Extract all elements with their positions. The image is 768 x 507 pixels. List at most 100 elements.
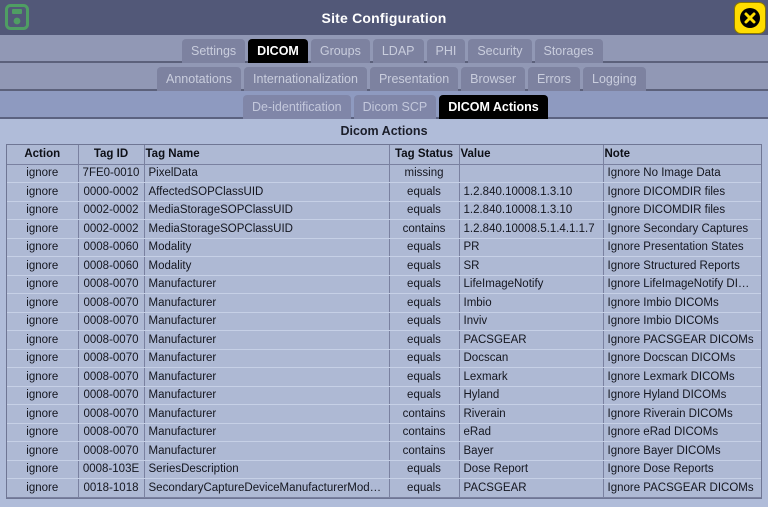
tab-row-secondary: AnnotationsInternationalizationPresentat… bbox=[0, 63, 768, 91]
table-row[interactable]: ignore0008-0060ModalityequalsPRIgnore Pr… bbox=[7, 238, 761, 257]
tab-groups[interactable]: Groups bbox=[311, 39, 370, 63]
column-header-note[interactable]: Note bbox=[603, 145, 761, 164]
cell-action: ignore bbox=[7, 312, 78, 331]
table-row[interactable]: ignore0008-0070ManufacturercontainsBayer… bbox=[7, 442, 761, 461]
cell-tag-id: 0008-0070 bbox=[78, 349, 144, 368]
cell-action: ignore bbox=[7, 368, 78, 387]
cell-note: Ignore Secondary Captures bbox=[603, 220, 761, 239]
cell-tag-status: equals bbox=[389, 275, 459, 294]
tab-dicom-scp[interactable]: Dicom SCP bbox=[354, 95, 437, 119]
tab-dicom[interactable]: DICOM bbox=[248, 39, 308, 63]
table-row[interactable]: ignore0008-0070ManufacturerequalsDocscan… bbox=[7, 349, 761, 368]
tab-logging[interactable]: Logging bbox=[583, 67, 646, 91]
tab-browser[interactable]: Browser bbox=[461, 67, 525, 91]
table-header: Action Tag ID Tag Name Tag Status Value … bbox=[7, 145, 761, 164]
tab-annotations[interactable]: Annotations bbox=[157, 67, 241, 91]
tab-errors[interactable]: Errors bbox=[528, 67, 580, 91]
cell-tag-status: equals bbox=[389, 460, 459, 479]
tab-presentation[interactable]: Presentation bbox=[370, 67, 458, 91]
cell-note: Ignore Hyland DICOMs bbox=[603, 386, 761, 405]
column-header-tag-status[interactable]: Tag Status bbox=[389, 145, 459, 164]
table-row[interactable]: ignore0002-0002MediaStorageSOPClassUIDeq… bbox=[7, 201, 761, 220]
cell-note: Ignore Lexmark DICOMs bbox=[603, 368, 761, 387]
table-row[interactable]: ignore0008-0070ManufacturerequalsHylandI… bbox=[7, 386, 761, 405]
cell-action: ignore bbox=[7, 294, 78, 313]
cell-tag-id: 0008-0070 bbox=[78, 312, 144, 331]
table-row[interactable]: ignore0008-0070ManufacturerequalsImbioIg… bbox=[7, 294, 761, 313]
cell-action: ignore bbox=[7, 479, 78, 498]
table-row[interactable]: ignore0008-0070ManufacturerequalsLexmark… bbox=[7, 368, 761, 387]
cell-tag-id: 0008-0070 bbox=[78, 275, 144, 294]
tab-internationalization[interactable]: Internationalization bbox=[244, 67, 367, 91]
cell-value: Bayer bbox=[459, 442, 603, 461]
close-button[interactable] bbox=[735, 3, 765, 33]
window-titlebar: Site Configuration bbox=[0, 0, 768, 35]
tab-storages[interactable]: Storages bbox=[535, 39, 603, 63]
cell-action: ignore bbox=[7, 257, 78, 276]
cell-tag-name: Manufacturer bbox=[144, 349, 389, 368]
cell-note: Ignore DICOMDIR files bbox=[603, 183, 761, 202]
dicom-actions-table-container: Action Tag ID Tag Name Tag Status Value … bbox=[6, 144, 762, 499]
cell-tag-status: equals bbox=[389, 479, 459, 498]
cell-note: Ignore Structured Reports bbox=[603, 257, 761, 276]
tab-de-identification[interactable]: De-identification bbox=[243, 95, 351, 119]
column-header-tag-name[interactable]: Tag Name bbox=[144, 145, 389, 164]
tab-settings[interactable]: Settings bbox=[182, 39, 245, 63]
cell-value bbox=[459, 164, 603, 183]
tab-phi[interactable]: PHI bbox=[427, 39, 466, 63]
table-row[interactable]: ignore0008-0060ModalityequalsSRIgnore St… bbox=[7, 257, 761, 276]
tab-dicom-actions[interactable]: DICOM Actions bbox=[439, 95, 548, 119]
cell-note: Ignore Imbio DICOMs bbox=[603, 294, 761, 313]
cell-tag-status: contains bbox=[389, 220, 459, 239]
cell-tag-status: contains bbox=[389, 405, 459, 424]
cell-tag-status: equals bbox=[389, 331, 459, 350]
cell-tag-name: Manufacturer bbox=[144, 331, 389, 350]
cell-action: ignore bbox=[7, 386, 78, 405]
save-button[interactable] bbox=[3, 2, 31, 32]
cell-tag-name: MediaStorageSOPClassUID bbox=[144, 220, 389, 239]
table-row[interactable]: ignore0018-1018SecondaryCaptureDeviceMan… bbox=[7, 479, 761, 498]
cell-note: Ignore PACSGEAR DICOMs bbox=[603, 479, 761, 498]
cell-value: eRad bbox=[459, 423, 603, 442]
cell-tag-id: 0008-0060 bbox=[78, 238, 144, 257]
table-row[interactable]: ignore0008-0070ManufacturercontainsRiver… bbox=[7, 405, 761, 424]
cell-value: 1.2.840.10008.1.3.10 bbox=[459, 183, 603, 202]
cell-tag-id: 0008-0070 bbox=[78, 423, 144, 442]
cell-tag-id: 0002-0002 bbox=[78, 201, 144, 220]
cell-tag-status: equals bbox=[389, 238, 459, 257]
tab-row-primary: SettingsDICOMGroupsLDAPPHISecurityStorag… bbox=[0, 35, 768, 63]
column-header-action[interactable]: Action bbox=[7, 145, 78, 164]
cell-value: Lexmark bbox=[459, 368, 603, 387]
cell-tag-status: equals bbox=[389, 294, 459, 313]
cell-action: ignore bbox=[7, 201, 78, 220]
cell-tag-name: PixelData bbox=[144, 164, 389, 183]
table-row[interactable]: ignore0008-0070ManufacturerequalsInvivIg… bbox=[7, 312, 761, 331]
cell-value: Docscan bbox=[459, 349, 603, 368]
table-body: ignore7FE0-0010PixelDatamissingIgnore No… bbox=[7, 164, 761, 497]
cell-action: ignore bbox=[7, 460, 78, 479]
cell-note: Ignore eRad DICOMs bbox=[603, 423, 761, 442]
tab-security[interactable]: Security bbox=[468, 39, 531, 63]
cell-tag-status: equals bbox=[389, 312, 459, 331]
table-row[interactable]: ignore0002-0002MediaStorageSOPClassUIDco… bbox=[7, 220, 761, 239]
table-row[interactable]: ignore7FE0-0010PixelDatamissingIgnore No… bbox=[7, 164, 761, 183]
cell-action: ignore bbox=[7, 442, 78, 461]
table-row[interactable]: ignore0008-0070ManufacturerequalsLifeIma… bbox=[7, 275, 761, 294]
table-row[interactable]: ignore0008-103ESeriesDescriptionequalsDo… bbox=[7, 460, 761, 479]
cell-action: ignore bbox=[7, 349, 78, 368]
column-header-value[interactable]: Value bbox=[459, 145, 603, 164]
table-row[interactable]: ignore0000-0002AffectedSOPClassUIDequals… bbox=[7, 183, 761, 202]
column-header-tag-id[interactable]: Tag ID bbox=[78, 145, 144, 164]
cell-note: Ignore No Image Data bbox=[603, 164, 761, 183]
table-row[interactable]: ignore0008-0070ManufacturerequalsPACSGEA… bbox=[7, 331, 761, 350]
section-title: Dicom Actions bbox=[0, 119, 768, 144]
cell-tag-id: 0008-0060 bbox=[78, 257, 144, 276]
floppy-save-icon bbox=[5, 4, 29, 30]
cell-tag-id: 0008-0070 bbox=[78, 294, 144, 313]
cell-tag-status: equals bbox=[389, 201, 459, 220]
tab-ldap[interactable]: LDAP bbox=[373, 39, 424, 63]
table-row[interactable]: ignore0008-0070ManufacturercontainseRadI… bbox=[7, 423, 761, 442]
cell-tag-status: equals bbox=[389, 349, 459, 368]
cell-note: Ignore Riverain DICOMs bbox=[603, 405, 761, 424]
cell-tag-name: Manufacturer bbox=[144, 405, 389, 424]
